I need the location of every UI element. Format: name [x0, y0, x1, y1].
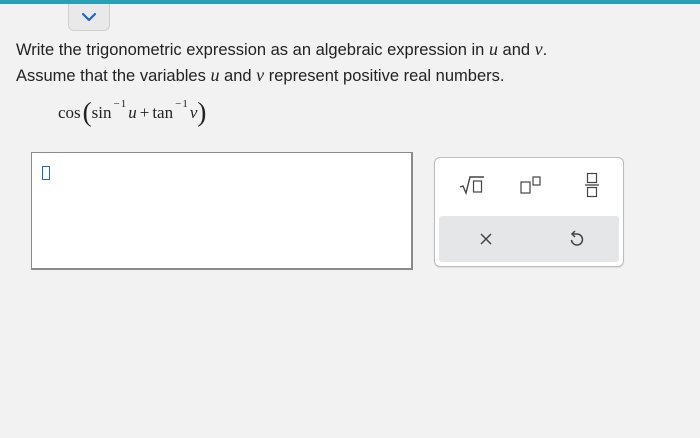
- undo-button[interactable]: [559, 224, 593, 254]
- tan-label: tan: [152, 103, 174, 122]
- question-line2-suffix: represent positive real numbers.: [268, 67, 505, 85]
- palette-action-row: [439, 216, 619, 262]
- variable-u: u: [488, 39, 498, 59]
- answer-input[interactable]: [31, 152, 413, 270]
- sqrt-button[interactable]: [455, 170, 489, 200]
- open-paren: (: [82, 96, 92, 127]
- cos-label: cos: [58, 103, 81, 122]
- expr-variable-u: u: [128, 103, 137, 122]
- plus-sign: +: [139, 103, 150, 122]
- fraction-icon: [585, 172, 599, 198]
- inverse-superscript: −1: [113, 98, 128, 110]
- close-icon: [480, 233, 492, 245]
- sqrt-icon: [459, 176, 484, 195]
- variable-v: v: [534, 39, 543, 59]
- undo-icon: [570, 230, 584, 246]
- expr-variable-v: v: [189, 103, 198, 122]
- fraction-button[interactable]: [577, 168, 607, 202]
- question-line2-text: Assume that the variables: [16, 67, 206, 85]
- question-text: Write the trigonometric expression as an…: [16, 37, 686, 89]
- and-word: and: [502, 41, 531, 59]
- and-word: and: [224, 67, 252, 85]
- close-paren: ): [197, 96, 207, 127]
- variable-u: u: [210, 65, 220, 85]
- inverse-superscript: −1: [175, 98, 189, 110]
- period: .: [542, 41, 548, 59]
- question-line-2: Assume that the variables u and v repres…: [16, 63, 686, 89]
- question-line1-text: Write the trigonometric expression as an…: [16, 41, 485, 59]
- sin-label: sin: [91, 103, 112, 122]
- clear-button[interactable]: [469, 224, 503, 254]
- exponent-icon: [520, 176, 541, 194]
- exponent-button[interactable]: [515, 170, 549, 200]
- cursor-placeholder[interactable]: [42, 166, 50, 180]
- math-palette: [434, 157, 624, 267]
- chevron-down-icon: [81, 12, 97, 22]
- variable-v: v: [256, 65, 265, 85]
- collapse-toggle-button[interactable]: [68, 4, 110, 31]
- question-line-1: Write the trigonometric expression as an…: [16, 37, 686, 63]
- trig-expression: cos ( sin −1 u + tan −1 v ): [58, 96, 206, 130]
